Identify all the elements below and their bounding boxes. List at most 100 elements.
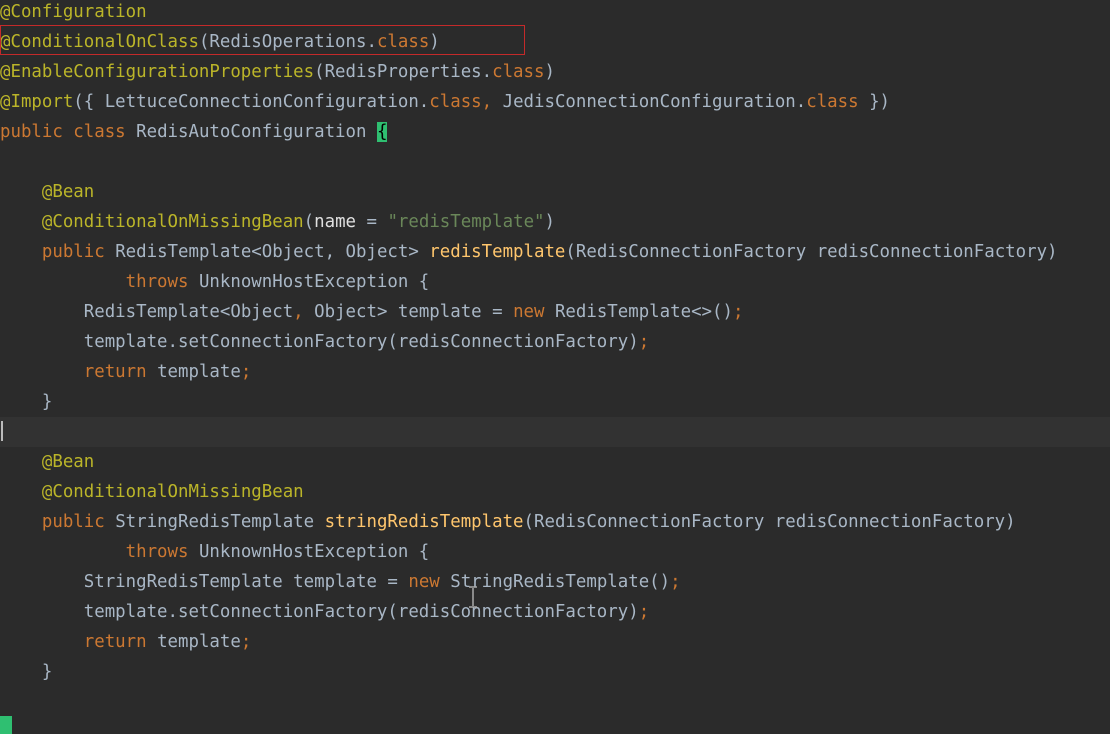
code-token-kw: ; bbox=[638, 602, 650, 622]
code-token-txt: UnknownHostException { bbox=[198, 542, 430, 562]
code-line[interactable]: @Import({ LettuceConnectionConfiguration… bbox=[0, 87, 1110, 117]
code-token-txt: ({ LettuceConnectionConfiguration. bbox=[73, 92, 430, 112]
code-token-kw: class bbox=[806, 92, 859, 112]
code-token-txt: ) bbox=[544, 62, 555, 82]
code-token-txt: (RedisProperties. bbox=[314, 62, 493, 82]
code-token-kw: ; bbox=[670, 572, 681, 592]
code-editor[interactable]: @Configuration @ConditionalOnClass(RedisO… bbox=[0, 0, 1110, 734]
code-token-txt: } bbox=[0, 662, 53, 682]
code-token-txt: ( bbox=[303, 212, 315, 232]
code-token-kw: ; bbox=[240, 632, 252, 652]
code-line[interactable]: public class RedisAutoConfiguration { bbox=[0, 117, 1110, 147]
closing-brace-match bbox=[0, 716, 12, 734]
code-token-txt: = bbox=[356, 212, 388, 232]
code-token-txt: (RedisConnectionFactory redisConnectionF… bbox=[523, 512, 1016, 532]
code-line[interactable] bbox=[0, 147, 1110, 177]
ibeam-cursor-icon bbox=[469, 586, 477, 608]
code-token-txt: template bbox=[157, 362, 241, 382]
code-line[interactable]: @ConditionalOnMissingBean(name = "redisT… bbox=[0, 207, 1110, 237]
code-line[interactable]: @Bean bbox=[0, 177, 1110, 207]
code-token-txt: JedisConnectionConfiguration. bbox=[502, 92, 807, 112]
code-token-kw: , bbox=[481, 92, 503, 112]
code-token-txt: RedisAutoConfiguration bbox=[136, 122, 377, 142]
code-line[interactable]: return template; bbox=[0, 357, 1110, 387]
code-token-kw: public bbox=[41, 512, 116, 532]
code-line[interactable]: } bbox=[0, 387, 1110, 417]
text-caret bbox=[1, 421, 3, 441]
code-token-txt: template bbox=[157, 632, 241, 652]
code-token-ann: @ConditionalOnMissingBean bbox=[41, 212, 304, 232]
code-line[interactable]: @ConditionalOnMissingBean bbox=[0, 477, 1110, 507]
code-line[interactable]: @Bean bbox=[0, 447, 1110, 477]
code-token-ann: @ConditionalOnClass bbox=[0, 32, 199, 52]
code-line-current[interactable] bbox=[0, 417, 1110, 447]
code-line[interactable]: throws UnknownHostException { bbox=[0, 267, 1110, 297]
code-line[interactable]: template.setConnectionFactory(redisConne… bbox=[0, 327, 1110, 357]
code-token-kw: ; bbox=[732, 302, 744, 322]
code-token-txt: UnknownHostException { bbox=[198, 272, 430, 292]
code-token-kw: , bbox=[293, 302, 315, 322]
code-token-brace: { bbox=[376, 122, 388, 142]
code-token-fn: stringRedisTemplate bbox=[324, 512, 524, 532]
code-token-kw: public bbox=[41, 242, 116, 262]
code-token-kw: new bbox=[408, 572, 451, 592]
code-line[interactable]: return template; bbox=[0, 627, 1110, 657]
code-line[interactable]: } bbox=[0, 657, 1110, 687]
code-token-txt: RedisTemplate<>() bbox=[554, 302, 733, 322]
code-token-txt: ) bbox=[429, 32, 440, 52]
code-token-txt: }) bbox=[858, 92, 891, 112]
code-line[interactable]: @ConditionalOnClass(RedisOperations.clas… bbox=[0, 27, 1110, 57]
code-line[interactable]: public RedisTemplate<Object, Object> red… bbox=[0, 237, 1110, 267]
code-line[interactable]: template.setConnectionFactory(redisConne… bbox=[0, 597, 1110, 627]
code-token-txt: RedisTemplate<Object, Object> bbox=[115, 242, 430, 262]
code-token-txt: Object> template = bbox=[314, 302, 514, 322]
code-token-ann: @Bean bbox=[41, 182, 95, 202]
code-token-txt: } bbox=[0, 392, 53, 412]
code-token-kw: return bbox=[83, 362, 158, 382]
code-token-kw: class bbox=[492, 62, 545, 82]
code-token-kw: return bbox=[83, 632, 158, 652]
code-line[interactable]: @Configuration bbox=[0, 0, 1110, 27]
code-token-kw: throws bbox=[125, 272, 199, 292]
code-token-kw: ; bbox=[638, 332, 650, 352]
code-token-ann: @Import bbox=[0, 92, 74, 112]
code-token-kw: class bbox=[376, 32, 430, 52]
code-token-str: "redisTemplate" bbox=[387, 212, 545, 232]
code-token-ann: @EnableConfigurationProperties bbox=[0, 62, 315, 82]
code-token-kw: throws bbox=[125, 542, 199, 562]
code-token-kw: new bbox=[513, 302, 555, 322]
code-line[interactable]: throws UnknownHostException { bbox=[0, 537, 1110, 567]
code-token-txt: ) bbox=[544, 212, 555, 232]
code-token-txt: StringRedisTemplate bbox=[115, 512, 325, 532]
code-token-ann: @ConditionalOnMissingBean bbox=[41, 482, 304, 502]
code-line[interactable]: @EnableConfigurationProperties(RedisProp… bbox=[0, 57, 1110, 87]
code-token-ann: @Configuration bbox=[0, 2, 147, 22]
code-line[interactable]: StringRedisTemplate template = new Strin… bbox=[0, 567, 1110, 597]
code-line[interactable]: public StringRedisTemplate stringRedisTe… bbox=[0, 507, 1110, 537]
code-token-txt: template.setConnectionFactory(redisConne… bbox=[83, 602, 639, 622]
code-token-txt: RedisTemplate<Object bbox=[83, 302, 294, 322]
code-token-txt: template.setConnectionFactory(redisConne… bbox=[83, 332, 639, 352]
code-token-kw: public class bbox=[0, 122, 137, 142]
code-token-txt: StringRedisTemplate template = bbox=[83, 572, 409, 592]
code-token-param: name bbox=[314, 212, 357, 232]
code-token-fn: redisTemplate bbox=[429, 242, 566, 262]
code-token-kw: class bbox=[429, 92, 482, 112]
code-token-txt: (RedisConnectionFactory redisConnectionF… bbox=[565, 242, 1058, 262]
code-token-txt: StringRedisTemplate() bbox=[450, 572, 671, 592]
code-line[interactable]: RedisTemplate<Object, Object> template =… bbox=[0, 297, 1110, 327]
